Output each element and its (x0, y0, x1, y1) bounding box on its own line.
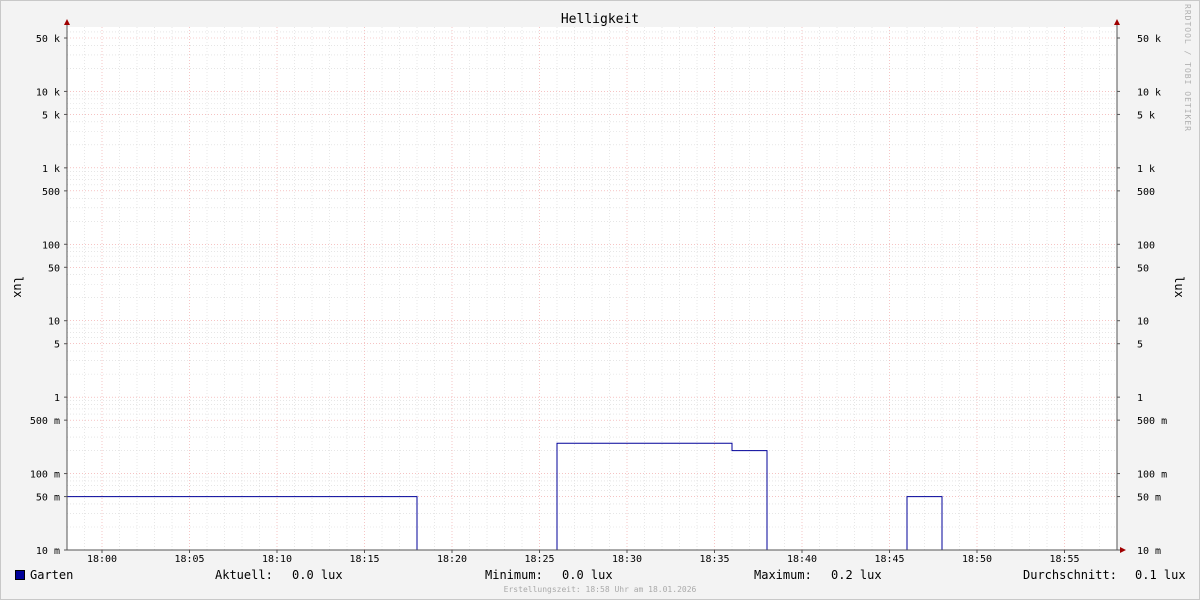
y-tick-label-left: 100 (42, 240, 60, 251)
y-tick-label-right: 10 (1137, 317, 1149, 328)
y-tick-label-right: 5 k (1137, 110, 1155, 121)
y-tick-label-left: 1 k (42, 164, 60, 175)
x-tick-label: 18:10 (262, 554, 292, 565)
y-tick-label-right: 50 (1137, 263, 1149, 274)
y-tick-label-left: 10 m (36, 546, 60, 557)
legend-min-label: Minimum: (485, 568, 543, 582)
y-tick-label-left: 5 (54, 340, 60, 351)
legend-avg-value: 0.1 lux (1135, 568, 1186, 582)
x-tick-label: 18:55 (1049, 554, 1079, 565)
y-tick-label-right: 1 (1137, 393, 1143, 404)
legend-max-value: 0.2 lux (831, 568, 882, 582)
y-tick-label-left: 50 m (36, 493, 60, 504)
y-tick-label-right: 10 m (1137, 546, 1161, 557)
y-tick-label-left: 10 k (36, 87, 60, 98)
x-tick-label: 18:40 (787, 554, 817, 565)
x-tick-label: 18:35 (699, 554, 729, 565)
y-tick-label-right: 100 (1137, 240, 1155, 251)
legend-current-value: 0.0 lux (292, 568, 343, 582)
y-axis-left-arrow (64, 19, 70, 25)
y-tick-label-right: 500 (1137, 187, 1155, 198)
y-tick-label-left: 1 (54, 393, 60, 404)
y-tick-label-left: 50 k (36, 34, 60, 45)
y-tick-label-right: 50 m (1137, 493, 1161, 504)
x-tick-label: 18:15 (349, 554, 379, 565)
legend-swatch (15, 570, 25, 580)
x-tick-label: 18:05 (174, 554, 204, 565)
x-tick-label: 18:25 (524, 554, 554, 565)
y-tick-label-left: 500 (42, 187, 60, 198)
x-tick-label: 18:45 (874, 554, 904, 565)
y-tick-label-right: 5 (1137, 340, 1143, 351)
y-tick-label-right: 500 m (1137, 416, 1167, 427)
chart-title: Helligkeit (561, 12, 639, 27)
y-tick-label-left: 500 m (30, 416, 60, 427)
y-tick-label-left: 100 m (30, 470, 60, 481)
x-axis-arrow (1120, 547, 1126, 553)
x-tick-label: 18:50 (962, 554, 992, 565)
y-axis-label-right: lux (1172, 276, 1186, 298)
legend-series-name: Garten (30, 568, 74, 582)
chart-canvas: 50 k 50 k 10 k 10 k 5 k 5 k 1 k 1 k 500 500 100 100… (11, 12, 1186, 565)
legend-current-label: Aktuell: (215, 568, 273, 582)
legend-max-label: Maximum: (754, 568, 812, 582)
y-tick-label-right: 10 k (1137, 87, 1161, 98)
grid (66, 27, 1118, 551)
y-tick-label-left: 50 (48, 263, 60, 274)
y-axis-right-arrow (1114, 19, 1120, 25)
y-axis-label-left: lux (11, 276, 25, 298)
x-tick-label: 18:00 (87, 554, 117, 565)
y-tick-label-left: 10 (48, 317, 60, 328)
legend-avg-label: Durchschnitt: (1023, 568, 1117, 582)
y-tick-label-right: 100 m (1137, 470, 1167, 481)
x-tick-label: 18:30 (612, 554, 642, 565)
footer-timestamp: Erstellungszeit: 18:58 Uhr am 18.01.2026 (503, 585, 697, 594)
credit-text: RRDTOOL / TOBI OETIKER (1183, 4, 1192, 132)
x-tick-label: 18:20 (437, 554, 467, 565)
legend-min-value: 0.0 lux (562, 568, 613, 582)
y-tick-label-right: 50 k (1137, 34, 1161, 45)
y-tick-label-right: 1 k (1137, 164, 1155, 175)
y-tick-label-left: 5 k (42, 110, 60, 121)
